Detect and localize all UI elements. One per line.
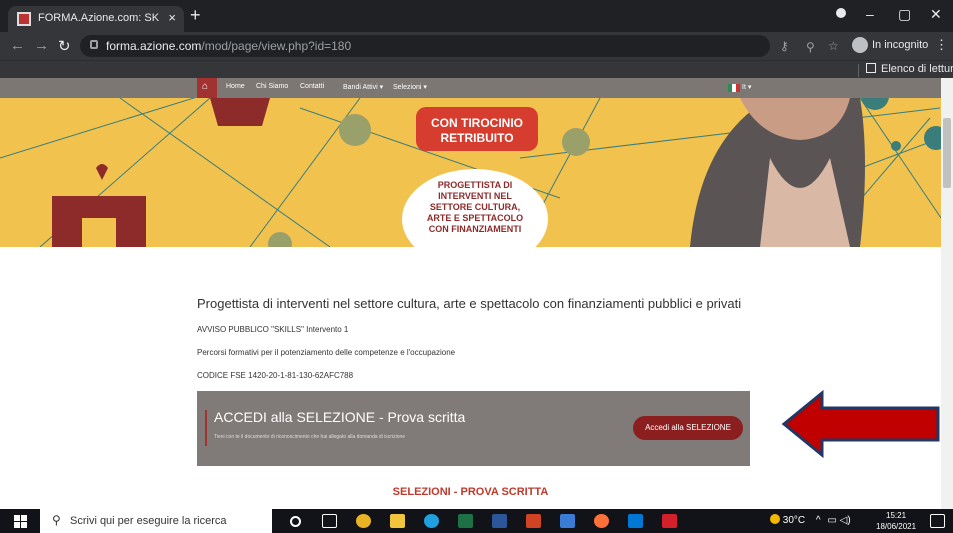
address-bar[interactable]: forma.azione.com/mod/page/view.php?id=18…	[80, 35, 789, 57]
selection-heading: ACCEDI alla SELEZIONE - Prova scritta	[214, 409, 466, 425]
badge-line: PROGETTISTA DI	[437, 180, 513, 190]
nav-selezioni[interactable]: Selezioni ▾	[393, 83, 427, 91]
site-favicon-icon	[17, 12, 31, 26]
search-icon: ⚲	[52, 513, 61, 527]
nav-contatti[interactable]: Contatti	[300, 83, 324, 90]
network-icon[interactable]: ▭	[827, 515, 836, 526]
file-explorer-icon[interactable]	[390, 514, 405, 528]
chevron-up-icon[interactable]: ^	[816, 515, 821, 526]
store-icon[interactable]	[560, 514, 575, 528]
outlook-icon[interactable]	[628, 514, 643, 528]
site-navbar: ⌂ Home Chi Siamo Contatti Bandi Attivi ▾…	[0, 78, 941, 98]
accent-bar	[205, 410, 207, 446]
scrollbar-thumb[interactable]	[943, 118, 951, 188]
badge-line: ARTE E SPETTACOLO	[426, 213, 524, 223]
left-arrow-annotation-icon	[781, 390, 940, 458]
close-window-button[interactable]: ✕	[930, 6, 942, 23]
zoom-icon[interactable]: ⚲	[806, 40, 815, 54]
windows-taskbar: ⚲ Scrivi qui per eseguire la ricerca 30°…	[0, 509, 953, 533]
web-page: ⌂ Home Chi Siamo Contatti Bandi Attivi ▾…	[0, 78, 941, 509]
incognito-label: In incognito	[872, 39, 929, 51]
word-icon[interactable]	[492, 514, 507, 528]
badge-line: CON TIROCINIO	[431, 116, 523, 130]
maximize-button[interactable]: ▢	[898, 6, 911, 23]
forward-arrow-icon[interactable]: →	[34, 37, 49, 54]
language-selector[interactable]: It ▾	[742, 83, 751, 91]
badge-line: SETTORE CULTURA,	[429, 202, 521, 212]
back-arrow-icon[interactable]: ←	[10, 37, 25, 54]
browser-toolbar: ← → ↻ forma.azione.com/mod/page/view.php…	[0, 32, 953, 60]
windows-start-icon[interactable]	[14, 515, 27, 528]
temperature[interactable]: 30°C	[783, 515, 805, 526]
browser-menu-button[interactable]: ⋮	[935, 37, 948, 53]
tab-close-button[interactable]: ×	[168, 10, 176, 25]
badge-line: INTERVENTI NEL	[438, 191, 512, 201]
volume-icon[interactable]: ◁)	[840, 515, 851, 526]
url-text: forma.azione.com/mod/page/view.php?id=18…	[106, 39, 352, 53]
home-button[interactable]: ⌂	[197, 78, 217, 98]
notifications-icon[interactable]	[930, 514, 945, 528]
badge-line: CON FINANZIAMENTI	[428, 224, 522, 234]
firefox-icon[interactable]	[594, 514, 609, 528]
notice-line: AVVISO PUBBLICO "SKILLS" Intervento 1	[197, 325, 349, 334]
page-title: Progettista di interventi nel settore cu…	[197, 296, 742, 311]
browser-tab[interactable]: FORMA.Azione.com: SKILLS CULT ×	[8, 6, 184, 32]
hero-badge-progettista: PROGETTISTA DI INTERVENTI NEL SETTORE CU…	[402, 169, 548, 247]
clock-time: 15:21	[886, 511, 907, 520]
bookmarks-bar: Elenco di lettura	[0, 60, 953, 78]
task-view-icon[interactable]	[322, 514, 337, 528]
tab-title: FORMA.Azione.com: SKILLS CULT	[38, 12, 160, 24]
weather-icon[interactable]	[770, 514, 780, 524]
description-line: Percorsi formativi per il potenziamento …	[197, 348, 456, 357]
clock-date: 18/06/2021	[876, 522, 917, 531]
access-selection-button[interactable]: Accedi alla SELEZIONE	[633, 416, 743, 440]
powerpoint-icon[interactable]	[526, 514, 541, 528]
reading-list-label: Elenco di lettura	[881, 63, 953, 75]
badge-line: RETRIBUITO	[440, 131, 514, 145]
profile-dot-icon[interactable]	[836, 8, 846, 18]
incognito-icon	[852, 37, 868, 53]
browser-tab-strip: FORMA.Azione.com: SKILLS CULT × + – ▢ ✕	[0, 0, 953, 32]
key-icon[interactable]: ⚷	[780, 39, 789, 53]
home-icon: ⌂	[202, 81, 209, 92]
search-placeholder: Scrivi qui per eseguire la ricerca	[70, 515, 227, 527]
cortana-icon[interactable]	[290, 516, 301, 527]
star-icon[interactable]: ☆	[828, 39, 839, 53]
nav-home[interactable]: Home	[226, 83, 245, 90]
minimize-button[interactable]: –	[866, 6, 874, 22]
reading-list-icon	[866, 63, 876, 73]
section-heading: SELEZIONI - PROVA SCRITTA	[392, 486, 549, 498]
system-tray: 30°C ^ ▭ ◁)	[770, 514, 851, 526]
hero-badge-tirocinio: CON TIROCINIO RETRIBUITO	[416, 107, 538, 151]
italian-flag-icon[interactable]	[728, 84, 740, 92]
excel-icon[interactable]	[458, 514, 473, 528]
selection-access-box: ACCEDI alla SELEZIONE - Prova scritta Ti…	[197, 391, 750, 466]
nav-bandi-attivi[interactable]: Bandi Attivi ▾	[343, 83, 383, 91]
nav-chi-siamo[interactable]: Chi Siamo	[256, 83, 288, 90]
acrobat-icon[interactable]	[662, 514, 677, 528]
fse-code: CODICE FSE 1420-20-1-81-130-62AFC788	[197, 371, 354, 380]
reading-list-button[interactable]: Elenco di lettura	[866, 63, 953, 75]
chrome-icon[interactable]	[356, 514, 371, 528]
edge-icon[interactable]	[424, 514, 439, 528]
selection-subtext: Tieni con te il documento di riconoscime…	[214, 434, 406, 440]
new-tab-button[interactable]: +	[190, 5, 201, 26]
hero-banner: CON TIROCINIO RETRIBUITO PROGETTISTA DI …	[0, 98, 941, 247]
taskbar-clock[interactable]: 15:21 18/06/2021	[876, 510, 916, 532]
taskbar-search-input[interactable]: ⚲ Scrivi qui per eseguire la ricerca	[40, 509, 272, 533]
lock-icon	[90, 40, 98, 49]
reload-icon[interactable]: ↻	[58, 37, 71, 55]
divider	[858, 64, 859, 77]
